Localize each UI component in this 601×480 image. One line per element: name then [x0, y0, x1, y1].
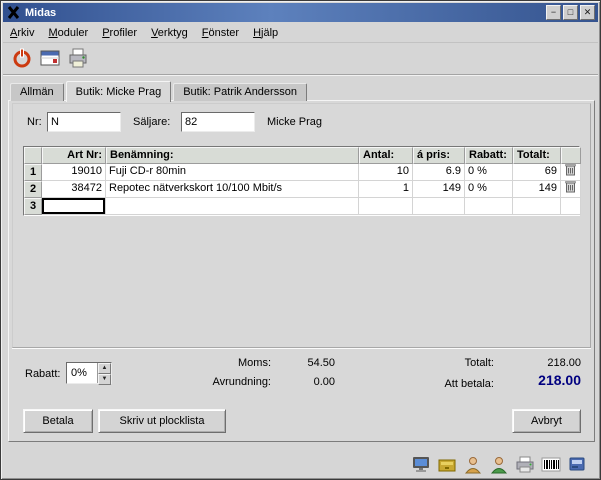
cash-drawer-icon[interactable]: [436, 453, 458, 475]
avbryt-button[interactable]: Avbryt: [512, 409, 581, 433]
row-header-3[interactable]: 3: [24, 198, 42, 215]
cell-price[interactable]: [413, 198, 465, 215]
totalt-label: Totalt:: [464, 357, 494, 369]
att-betala-label: Att betala:: [444, 378, 494, 390]
cell-discount[interactable]: 0 %: [465, 181, 513, 198]
spin-up-icon[interactable]: ▲: [98, 363, 111, 374]
rabatt-label: Rabatt:: [25, 368, 61, 380]
menu-verktyg[interactable]: Verktyg: [144, 25, 195, 41]
avrundning-label: Avrundning:: [212, 376, 271, 388]
cell-art[interactable]: 19010: [42, 164, 106, 181]
new-sale-window-icon: [39, 47, 61, 72]
betala-button[interactable]: Betala: [23, 409, 93, 433]
table-corner: [24, 147, 42, 164]
header-a-pris: á pris:: [413, 147, 465, 164]
logout-button[interactable]: [8, 46, 35, 73]
app-window: Midas − □ ✕ Arkiv Moduler Profiler Verkt…: [0, 0, 601, 480]
saljare-label: Säljare:: [133, 116, 171, 128]
cell-total[interactable]: 149: [513, 181, 561, 198]
sale-panel: Nr: Säljare: Micke Prag Art Nr: Benämnin…: [8, 100, 595, 442]
window-title: Midas: [25, 6, 57, 19]
row-header-1[interactable]: 1: [24, 164, 42, 181]
cell-price[interactable]: 6.9: [413, 164, 465, 181]
x11-logo-icon: [6, 6, 20, 20]
menu-arkiv[interactable]: Arkiv: [3, 25, 41, 41]
att-betala-value: 218.00: [538, 372, 581, 388]
items-table: Art Nr: Benämning: Antal: á pris: Rabatt…: [23, 146, 581, 216]
menu-profiler[interactable]: Profiler: [95, 25, 144, 41]
titlebar[interactable]: Midas − □ ✕: [3, 3, 598, 22]
rabatt-value: 0%: [71, 367, 87, 379]
skriv-ut-plocklista-button[interactable]: Skriv ut plocklista: [98, 409, 226, 433]
cell-delete-empty: [561, 198, 581, 215]
cell-art[interactable]: 38472: [42, 181, 106, 198]
toolbar: [3, 44, 598, 75]
saljare-input[interactable]: [181, 112, 255, 132]
avrundning-value: 0.00: [313, 376, 335, 388]
cell-art-selected[interactable]: [42, 198, 106, 215]
tabbar: Allmän Butik: Micke Prag Butik: Patrik A…: [10, 80, 309, 102]
new-sale-button[interactable]: [36, 46, 63, 73]
trash-icon: [565, 181, 576, 197]
header-delete: [561, 147, 581, 164]
trash-icon: [565, 164, 576, 180]
tab-butik-patrik-andersson[interactable]: Butik: Patrik Andersson: [173, 83, 307, 101]
moms-label: Moms:: [238, 357, 271, 369]
cell-name[interactable]: Repotec nätverkskort 10/100 Mbit/s: [106, 181, 359, 198]
clerk-icon[interactable]: [488, 453, 510, 475]
nr-label: Nr:: [27, 116, 42, 128]
rabatt-spinbox[interactable]: 0% ▲ ▼: [66, 362, 112, 385]
close-button[interactable]: ✕: [580, 5, 595, 20]
totalt-value: 218.00: [547, 357, 581, 369]
delete-row-button[interactable]: [561, 181, 581, 198]
cell-discount[interactable]: [465, 198, 513, 215]
menu-fonster[interactable]: Fönster: [195, 25, 246, 41]
nr-input[interactable]: [47, 112, 121, 132]
cell-qty[interactable]: 1: [359, 181, 413, 198]
tab-allman[interactable]: Allmän: [10, 83, 64, 101]
delete-row-button[interactable]: [561, 164, 581, 181]
card-terminal-icon[interactable]: [566, 453, 588, 475]
cell-qty[interactable]: 10: [359, 164, 413, 181]
menu-hjalp[interactable]: Hjälp: [246, 25, 285, 41]
cell-name[interactable]: Fuji CD-r 80min: [106, 164, 359, 181]
minimize-button[interactable]: −: [546, 5, 561, 20]
receipt-printer-icon[interactable]: [514, 453, 536, 475]
header-totalt: Totalt:: [513, 147, 561, 164]
customer-display-icon[interactable]: [410, 453, 432, 475]
spin-down-icon[interactable]: ▼: [98, 374, 111, 385]
tab-butik-micke-prag[interactable]: Butik: Micke Prag: [65, 81, 172, 102]
header-art-nr: Art Nr:: [42, 147, 106, 164]
row-header-2[interactable]: 2: [24, 181, 42, 198]
moms-value: 54.50: [307, 357, 335, 369]
device-tray: [410, 453, 588, 475]
header-benamning: Benämning:: [106, 147, 359, 164]
cell-total[interactable]: 69: [513, 164, 561, 181]
cell-name[interactable]: [106, 198, 359, 215]
content-frame: [12, 103, 591, 348]
power-icon: [11, 47, 33, 72]
barcode-scanner-icon[interactable]: [540, 453, 562, 475]
maximize-button[interactable]: □: [563, 5, 578, 20]
cell-qty[interactable]: [359, 198, 413, 215]
seller-name: Micke Prag: [267, 116, 323, 128]
menubar: Arkiv Moduler Profiler Verktyg Fönster H…: [3, 23, 598, 43]
customer-icon[interactable]: [462, 453, 484, 475]
printer-icon: [67, 47, 89, 72]
header-rabatt: Rabatt:: [465, 147, 513, 164]
print-button[interactable]: [64, 46, 91, 73]
cell-total[interactable]: [513, 198, 561, 215]
menu-moduler[interactable]: Moduler: [41, 25, 95, 41]
header-antal: Antal:: [359, 147, 413, 164]
cell-discount[interactable]: 0 %: [465, 164, 513, 181]
cell-price[interactable]: 149: [413, 181, 465, 198]
spin-buttons: ▲ ▼: [97, 363, 111, 385]
